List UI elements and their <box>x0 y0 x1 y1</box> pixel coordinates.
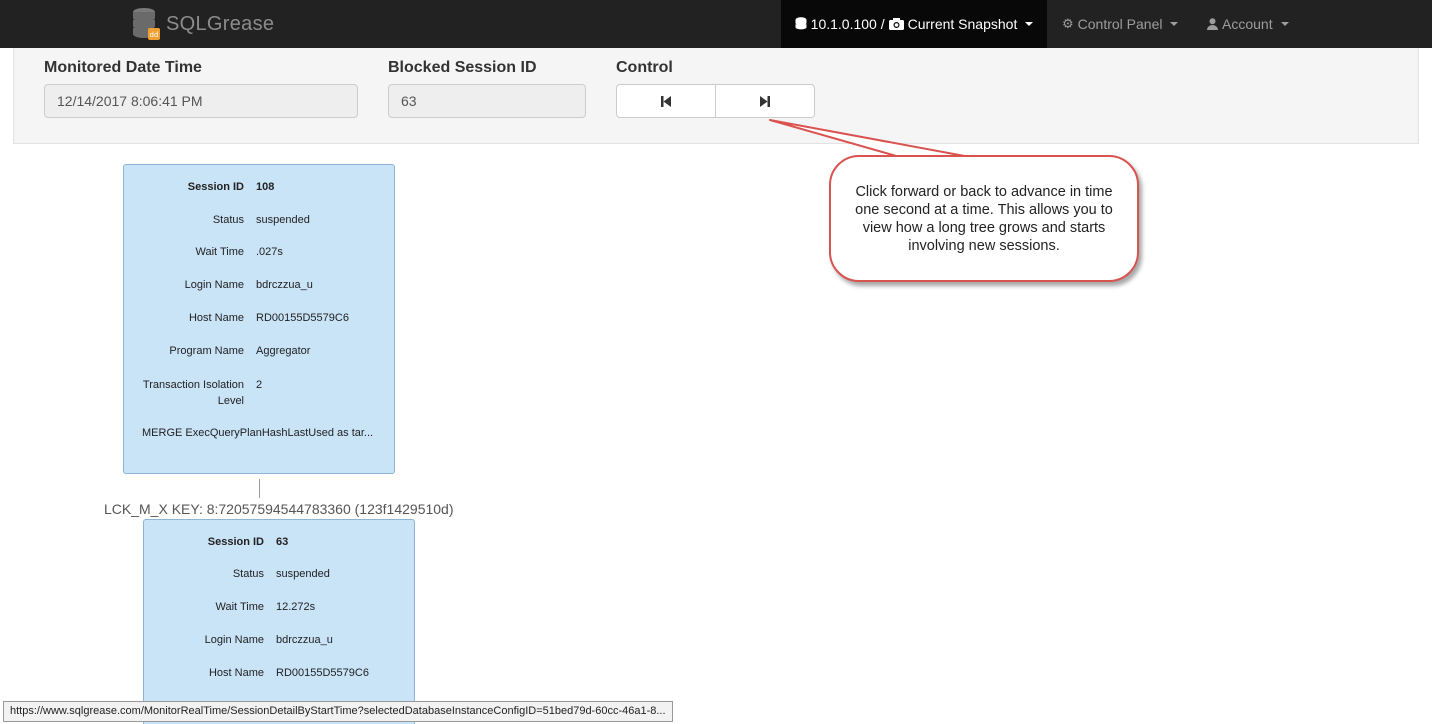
field-label: Transaction Isolation Level <box>142 379 244 407</box>
field-value: bdrczzua_u <box>256 279 313 291</box>
wait-time-row: Wait Time 12.272s <box>144 601 414 613</box>
program-name-row: Program Name Aggregator <box>124 345 394 357</box>
monitored-date-field[interactable]: 12/14/2017 8:06:41 PM <box>44 84 358 118</box>
control-label: Control <box>616 59 673 76</box>
chevron-down-icon <box>1025 22 1034 26</box>
session-node-63[interactable]: Session ID 63 Status suspended Wait Time… <box>143 519 415 724</box>
tree-connector <box>259 479 260 498</box>
field-label: Session ID <box>187 181 244 193</box>
monitored-date-label: Monitored Date Time <box>44 59 202 76</box>
field-label: Host Name <box>188 312 244 324</box>
field-value: 2 <box>256 379 263 391</box>
gear-icon: ⚙ <box>1062 16 1074 31</box>
database-icon <box>795 17 807 30</box>
chevron-down-icon <box>1280 22 1289 26</box>
help-callout: Click forward or back to advance in time… <box>829 155 1139 282</box>
field-value: 12.272s <box>276 601 316 613</box>
login-name-row: Login Name bdrczzua_u <box>124 279 394 291</box>
camera-icon <box>888 18 904 30</box>
field-label: Program Name <box>169 345 244 357</box>
field-value: Aggregator <box>256 345 311 357</box>
blocked-session-label: Blocked Session ID <box>388 59 537 76</box>
forward-button[interactable] <box>716 84 815 118</box>
field-label: Login Name <box>184 279 244 291</box>
login-name-row: Login Name bdrczzua_u <box>144 634 414 646</box>
status-row: Status suspended <box>124 214 394 226</box>
host-name-row: Host Name RD00155D5579C6 <box>144 667 414 679</box>
field-value: .027s <box>256 246 283 258</box>
brand-name: SQLGrease <box>166 12 275 35</box>
wait-time-row: Wait Time .027s <box>124 246 394 258</box>
brand[interactable]: dd SQLGrease <box>130 4 274 44</box>
svg-text:dd: dd <box>150 31 159 39</box>
status-bar-url: https://www.sqlgrease.com/MonitorRealTim… <box>3 701 673 722</box>
field-value: bdrczzua_u <box>276 634 333 646</box>
field-value: suspended <box>256 214 310 226</box>
field-label: Session ID <box>207 536 264 548</box>
snapshot-label: Current Snapshot <box>907 16 1018 32</box>
snapshot-dropdown[interactable]: 10.1.0.100 / Current Snapshot <box>781 0 1047 48</box>
field-value: RD00155D5579C6 <box>276 667 369 679</box>
field-value: 63 <box>276 536 289 548</box>
session-id-row: Session ID 108 <box>124 181 394 193</box>
field-label: Wait Time <box>195 246 245 258</box>
field-label: Login Name <box>204 634 264 646</box>
step-forward-icon <box>760 95 770 107</box>
sql-text: MERGE ExecQueryPlanHashLastUsed as tar..… <box>142 427 374 439</box>
session-node-108[interactable]: Session ID 108 Status suspended Wait Tim… <box>123 164 395 474</box>
status-row: Status suspended <box>144 568 414 580</box>
blocked-session-field[interactable]: 63 <box>388 84 586 118</box>
account-dropdown[interactable]: Account <box>1207 0 1289 48</box>
host-name-row: Host Name RD00155D5579C6 <box>124 312 394 324</box>
database-logo-icon: dd <box>133 8 160 40</box>
step-backward-icon <box>661 95 671 107</box>
time-control-group <box>616 84 815 118</box>
chevron-down-icon <box>1170 22 1179 26</box>
field-value: 108 <box>256 181 275 193</box>
field-value: suspended <box>276 568 330 580</box>
field-label: Status <box>212 214 244 226</box>
session-id-row: Session ID 63 <box>144 536 414 548</box>
wait-resource-label: LCK_M_X KEY: 8:72057594544783360 (123f14… <box>104 501 454 517</box>
user-icon <box>1207 18 1218 30</box>
control-panel-label: Control Panel <box>1077 16 1163 32</box>
callout-text: Click forward or back to advance in time… <box>855 184 1113 254</box>
field-label: Host Name <box>208 667 264 679</box>
account-label: Account <box>1222 16 1273 32</box>
navbar: dd SQLGrease 10.1.0.100 / Current Snapsh… <box>0 0 1432 48</box>
control-panel-dropdown[interactable]: ⚙ Control Panel <box>1062 0 1179 48</box>
field-value: RD00155D5579C6 <box>256 312 349 324</box>
isolation-level-row: Transaction Isolation Level 2 <box>124 377 394 409</box>
back-button[interactable] <box>616 84 716 118</box>
server-address: 10.1.0.100 / <box>810 16 885 32</box>
field-label: Wait Time <box>215 601 265 613</box>
field-label: Status <box>232 568 264 580</box>
